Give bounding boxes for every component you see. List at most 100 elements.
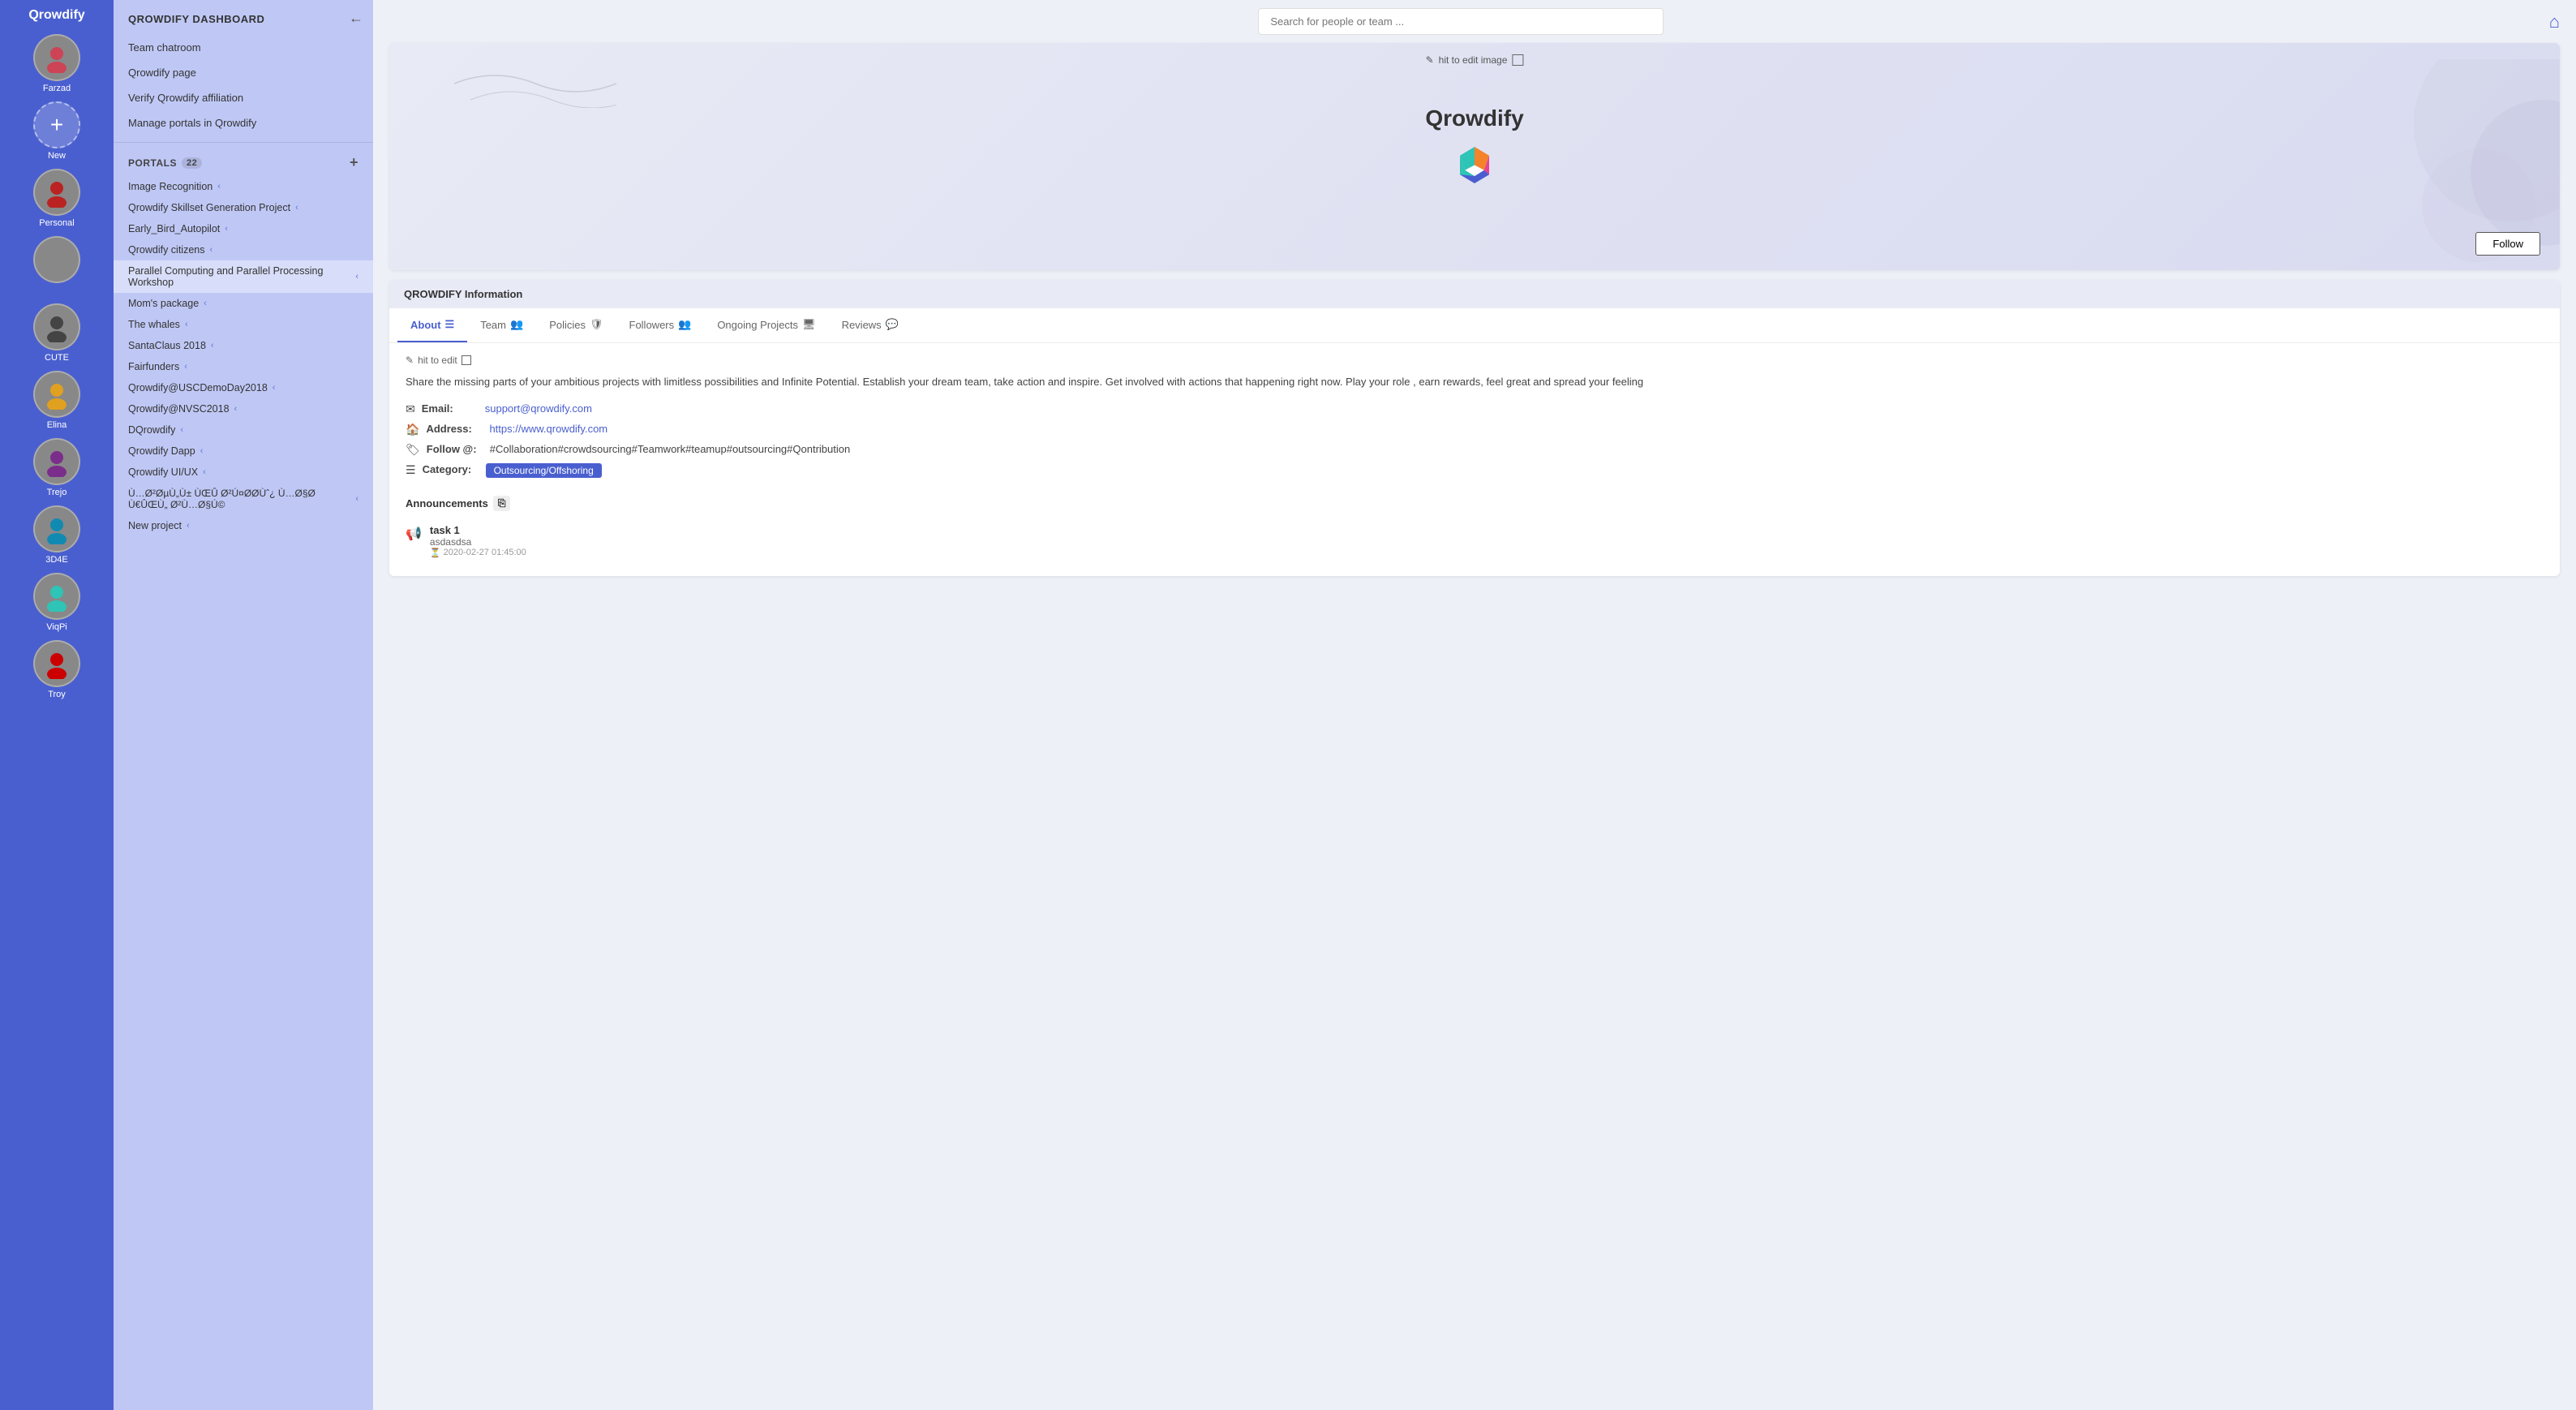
portals-label: PORTALS (128, 157, 177, 169)
tab-policies[interactable]: Policies 🛡 (536, 308, 616, 342)
tab-reviews-icon: 💬 (886, 318, 899, 331)
about-content: ✎ hit to edit Share the missing parts of… (389, 343, 2560, 496)
avatar-personal[interactable]: Personal (33, 169, 80, 228)
portal-item-arabic[interactable]: Ù…Ø²ØµÙ„Ù± ÙŒÛ Ø²Ú¤ØØÙˆ¿ Ù…Ø§Ø Ù€ÛŒÙ„ Ø²… (114, 483, 373, 515)
address-value[interactable]: https://www.qrowdify.com (489, 423, 608, 435)
tab-ongoing-projects[interactable]: Ongoing Projects 🖥 (704, 308, 828, 342)
avatar-chrome[interactable] (33, 236, 80, 295)
follow-row: 🏷 Follow @: #Collaboration#crowdsourcing… (406, 443, 2544, 457)
portal-item-moms-package[interactable]: Mom's package ‹ (114, 293, 373, 314)
portal-item-whales[interactable]: The whales ‹ (114, 314, 373, 335)
email-row: ✉ Email: support@qrowdify.com (406, 402, 2544, 416)
chevron-icon: ‹ (234, 404, 238, 414)
portals-add-icon[interactable]: + (350, 154, 358, 171)
chevron-icon: ‹ (200, 446, 204, 456)
top-bar: ⌂ (373, 0, 2576, 43)
sidebar-menu-verify-affiliation[interactable]: Verify Qrowdify affiliation (114, 85, 373, 110)
profile-banner: ✎ hit to edit image Qrowdify (389, 43, 2560, 270)
category-icon: ☰ (406, 463, 416, 477)
tab-team[interactable]: Team 👥 (467, 308, 536, 342)
edit-small-icon: ✎ (406, 355, 414, 366)
announcements-label: Announcements (406, 497, 488, 509)
edit-hint-label: hit to edit (418, 355, 457, 366)
portal-item-dapp[interactable]: Qrowdify Dapp ‹ (114, 441, 373, 462)
announcement-title: task 1 (430, 524, 526, 536)
avatar-add-new[interactable]: + New (33, 101, 80, 161)
announcements-section: Announcements ⎘ 📢 task 1 asdasdsa ⏳ 2020… (389, 496, 2560, 576)
chevron-icon: ‹ (184, 362, 187, 372)
info-section-header: QROWDIFY Information (389, 280, 2560, 308)
tab-ongoing-icon: 🖥 (802, 318, 816, 331)
announcements-header: Announcements ⎘ (406, 496, 2544, 511)
portals-header: PORTALS 22 + (114, 149, 373, 176)
portal-item-ui-ux[interactable]: Qrowdify UI/UX ‹ (114, 462, 373, 483)
portal-item-dqrowdify[interactable]: DQrowdify ‹ (114, 419, 373, 441)
chevron-icon: ‹ (187, 521, 190, 531)
email-value[interactable]: support@qrowdify.com (485, 402, 592, 415)
portal-item-santa[interactable]: SantaClaus 2018 ‹ (114, 335, 373, 356)
avatar-trejo-label: Trejo (47, 488, 67, 497)
sidebar-back-arrow[interactable]: ← (349, 10, 363, 27)
category-badge: Outsourcing/Offshoring (486, 463, 602, 478)
portal-item-image-recognition[interactable]: Image Recognition ‹ (114, 176, 373, 197)
portal-item-autopilot[interactable]: Early_Bird_Autopilot ‹ (114, 218, 373, 239)
sidebar-menu-team-chatroom[interactable]: Team chatroom (114, 35, 373, 60)
address-label: Address: (426, 423, 483, 435)
portal-item-skillset[interactable]: Qrowdify Skillset Generation Project ‹ (114, 197, 373, 218)
avatar-cute-label: CUTE (45, 353, 69, 363)
avatar-trejo[interactable]: Trejo (33, 438, 80, 497)
tab-followers[interactable]: Followers 👥 (616, 308, 705, 342)
email-label: Email: (422, 402, 479, 415)
sidebar-menu-qrowdify-page[interactable]: Qrowdify page (114, 60, 373, 85)
chevron-icon: ‹ (185, 320, 188, 329)
chevron-icon: ‹ (203, 467, 206, 477)
avatar-cute[interactable]: CUTE (33, 303, 80, 363)
avatar-elina[interactable]: Elina (33, 371, 80, 430)
info-section: QROWDIFY Information About ☰ Team 👥 Poli… (389, 280, 2560, 576)
tabs-row: About ☰ Team 👥 Policies 🛡 Followers 👥 On… (389, 308, 2560, 343)
avatar-farzad-label: Farzad (43, 84, 71, 93)
sidebar-menu-manage-portals[interactable]: Manage portals in Qrowdify (114, 110, 373, 135)
announcement-megaphone-icon: 📢 (406, 526, 422, 542)
clock-icon: ⏳ (430, 548, 441, 558)
company-logo (1438, 140, 1511, 215)
tab-reviews-label: Reviews (842, 319, 882, 331)
tab-about-icon: ☰ (445, 318, 455, 331)
portal-item-usc[interactable]: Qrowdify@USCDemoDay2018 ‹ (114, 377, 373, 398)
follow-button[interactable]: Follow (2475, 232, 2540, 256)
portal-item-citizens[interactable]: Qrowdify citizens ‹ (114, 239, 373, 260)
portal-item-fairfunders[interactable]: Fairfunders ‹ (114, 356, 373, 377)
chevron-icon: ‹ (355, 494, 358, 504)
avatar-viqpi[interactable]: ViqPi (33, 573, 80, 632)
avatar-3d4e-label: 3D4E (45, 555, 68, 565)
email-icon: ✉ (406, 402, 415, 416)
tab-about[interactable]: About ☰ (397, 308, 467, 342)
announcement-subtitle: asdasdsa (430, 536, 526, 548)
edit-hint-checkbox[interactable] (462, 355, 471, 365)
avatar-troy-label: Troy (48, 690, 66, 699)
avatar-troy[interactable]: Troy (33, 640, 80, 699)
portal-item-parallel-computing[interactable]: Parallel Computing and Parallel Processi… (114, 260, 373, 293)
edit-checkbox[interactable] (1512, 54, 1523, 66)
sidebar: QROWDIFY DASHBOARD ← Team chatroom Qrowd… (114, 0, 373, 1410)
tab-ongoing-label: Ongoing Projects (717, 319, 798, 331)
company-name: Qrowdify (1425, 105, 1523, 131)
portal-item-new-project[interactable]: New project ‹ (114, 515, 373, 536)
chevron-icon: ‹ (217, 182, 221, 191)
portal-item-nvsc[interactable]: Qrowdify@NVSC2018 ‹ (114, 398, 373, 419)
portals-count: 22 (182, 157, 202, 169)
category-label: Category: (423, 463, 479, 475)
avatar-new-label: New (48, 151, 66, 161)
announcements-icon: ⎘ (493, 496, 511, 511)
avatar-farzad[interactable]: Farzad (33, 34, 80, 93)
tab-reviews[interactable]: Reviews 💬 (829, 308, 912, 342)
home-icon[interactable]: ⌂ (2549, 11, 2560, 32)
search-input[interactable] (1258, 8, 1664, 35)
avatar-elina-label: Elina (47, 420, 67, 430)
avatar-chrome-label (55, 286, 58, 295)
tab-policies-icon: 🛡 (590, 318, 603, 331)
chevron-icon: ‹ (355, 272, 358, 282)
edit-hint-small: ✎ hit to edit (406, 355, 2544, 366)
follow-at-label: Follow @: (427, 443, 483, 455)
avatar-3d4e[interactable]: 3D4E (33, 505, 80, 565)
